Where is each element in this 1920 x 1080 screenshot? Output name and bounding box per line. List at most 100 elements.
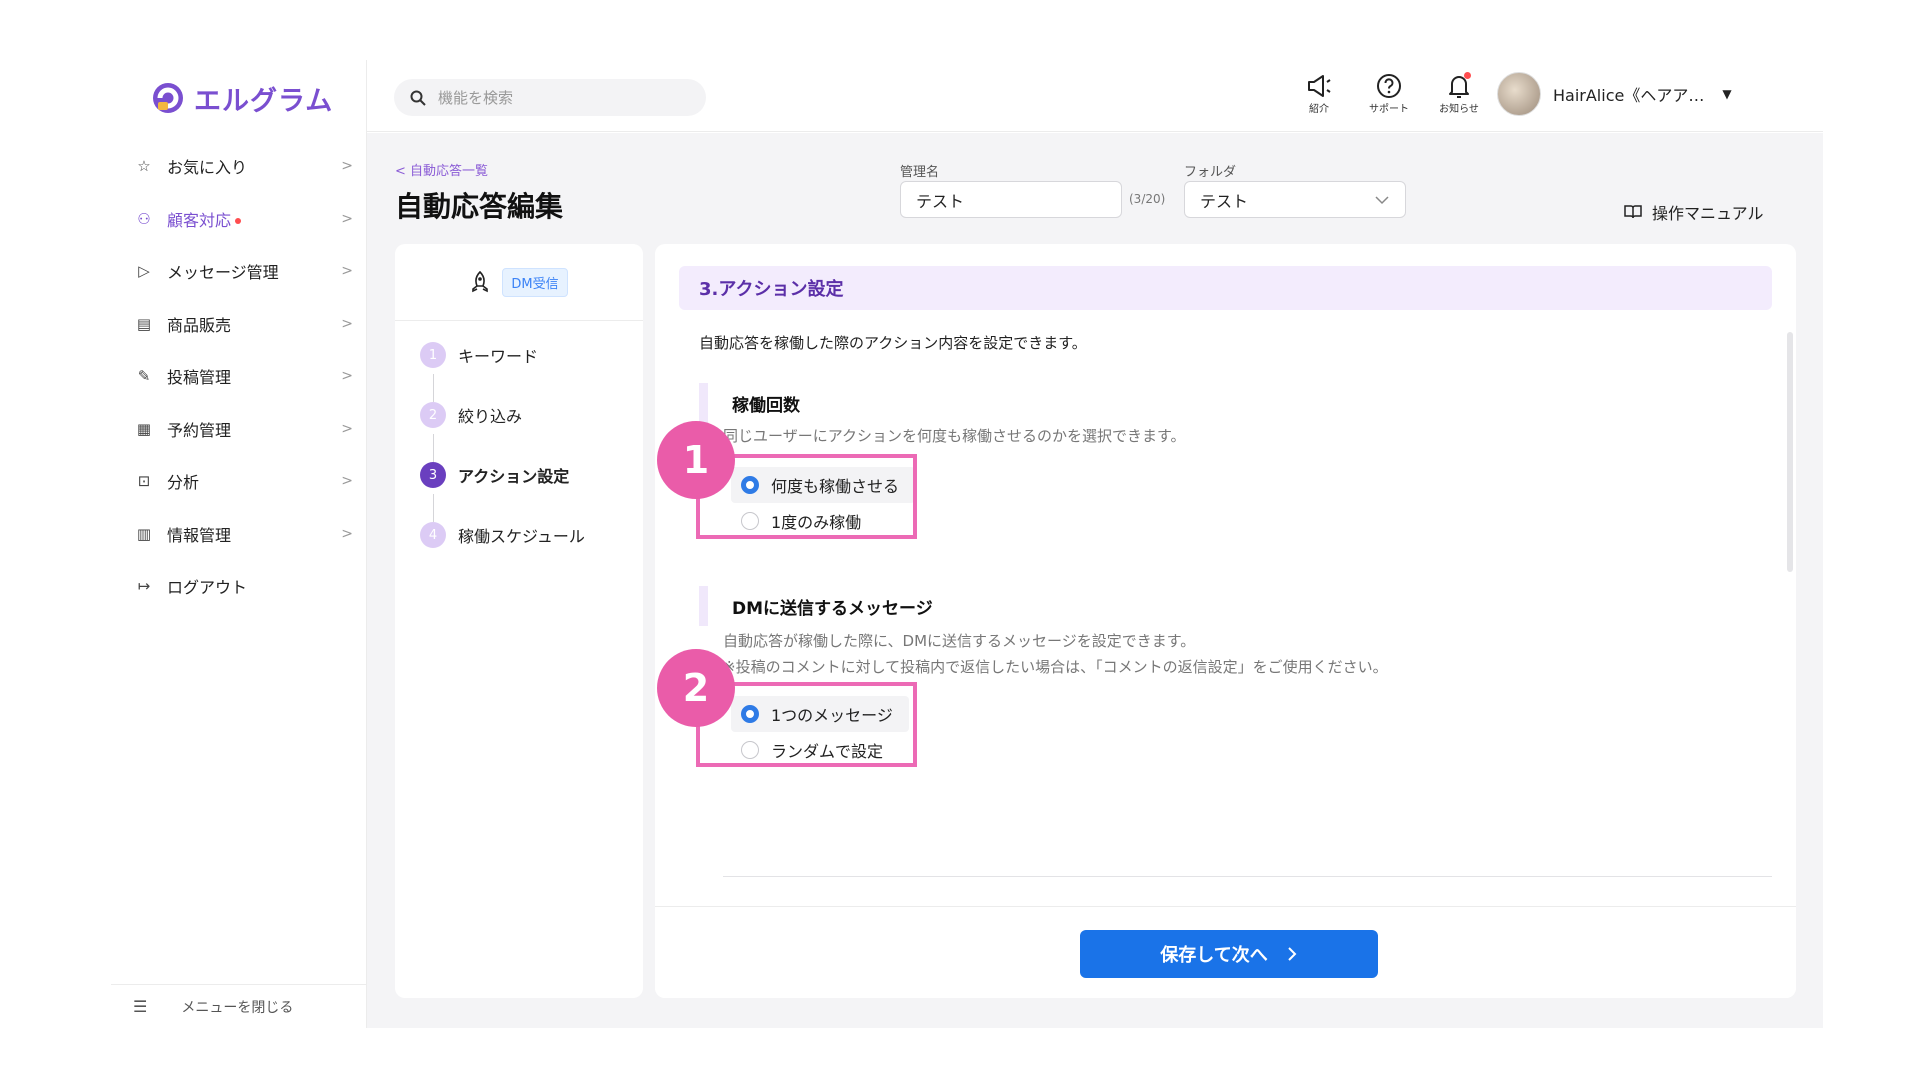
chevron-right-icon: > — [341, 473, 353, 490]
support-button[interactable]: サポート — [1367, 72, 1411, 115]
user-menu[interactable]: HairAlice《ヘアア… ▼ — [1497, 72, 1732, 116]
manual-link[interactable]: 操作マニュアル — [1624, 200, 1764, 224]
chevron-left-icon: < — [395, 164, 406, 179]
sidebar-item-reservations[interactable]: ▦ 予約管理 > — [111, 403, 367, 456]
dm-message-description: 自動応答が稼働した際に、DMに送信するメッセージを設定できます。 — [723, 632, 1196, 650]
folder-select[interactable]: テスト — [1184, 181, 1406, 218]
name-field-value: テスト — [916, 191, 965, 211]
chevron-right-icon: > — [341, 263, 353, 280]
notification-dot — [235, 218, 242, 225]
sidebar-item-label: 商品販売 — [167, 315, 232, 335]
caret-down-icon: ▼ — [1722, 87, 1732, 101]
step-number: 3 — [420, 462, 446, 488]
step-connector — [433, 494, 434, 522]
user-name: HairAlice《ヘアア… — [1553, 86, 1705, 105]
back-link[interactable]: < 自動応答一覧 — [395, 160, 488, 179]
menu-collapse-icon: ☰ — [133, 997, 148, 1016]
step-number: 2 — [420, 402, 446, 428]
run-count-description: 同じユーザーにアクションを何度も稼働させるのかを選択できます。 — [723, 427, 1186, 445]
run-count-title: 稼働回数 — [699, 383, 800, 423]
steps-panel: DM受信 1 キーワード 2 絞り込み 3 アクション設定 4 稼働スケジュール — [395, 244, 643, 998]
folder-select-value: テスト — [1200, 191, 1249, 211]
sidebar-item-info[interactable]: ▥ 情報管理 > — [111, 508, 367, 561]
dm-message-title: DMに送信するメッセージ — [699, 586, 933, 626]
sidebar-item-analysis[interactable]: ⊡ 分析 > — [111, 455, 367, 508]
store-icon: ▤ — [136, 314, 152, 333]
avatar — [1497, 72, 1541, 116]
chevron-right-icon: > — [341, 525, 353, 542]
step-number: 4 — [420, 522, 446, 548]
sidebar-item-posts[interactable]: ✎ 投稿管理 > — [111, 350, 367, 403]
chevron-right-icon: > — [341, 315, 353, 332]
chevron-down-icon — [1375, 195, 1389, 204]
step-label: キーワード — [458, 347, 539, 366]
chart-icon: ▥ — [136, 524, 152, 543]
intro-button[interactable]: 紹介 — [1297, 72, 1341, 115]
intro-label: 紹介 — [1309, 104, 1329, 115]
chevron-right-icon — [1288, 947, 1297, 961]
book-icon — [1624, 205, 1642, 219]
step-label: 絞り込み — [458, 407, 523, 426]
section-divider — [723, 876, 1772, 877]
sidebar-item-label: ログアウト — [167, 578, 248, 598]
sidebar-item-favorites[interactable]: ☆ お気に入り > — [111, 140, 367, 193]
sidebar: エルグラム ☆ お気に入り > ⚇ 顧客対応 > ▷ メッセージ管理 > ▤ 商… — [111, 60, 367, 1028]
step-label: アクション設定 — [458, 467, 570, 486]
step-label: 稼働スケジュール — [458, 527, 585, 546]
name-label: 管理名 — [900, 165, 940, 180]
sidebar-item-label: 顧客対応 — [167, 210, 232, 230]
help-icon — [1377, 74, 1401, 98]
search-input[interactable] — [438, 88, 678, 107]
logo-text: エルグラム — [194, 85, 334, 117]
sidebar-item-label: 分析 — [167, 473, 200, 493]
step-keyword[interactable]: 1 キーワード — [420, 342, 538, 368]
step-schedule[interactable]: 4 稼働スケジュール — [420, 522, 585, 548]
save-next-label: 保存して次へ — [1160, 945, 1268, 965]
chevron-right-icon: > — [341, 210, 353, 227]
logo[interactable]: エルグラム — [150, 78, 333, 118]
sidebar-item-sales[interactable]: ▤ 商品販売 > — [111, 298, 367, 351]
scrollbar[interactable] — [1787, 332, 1793, 572]
sidebar-item-messages[interactable]: ▷ メッセージ管理 > — [111, 245, 367, 298]
support-label: サポート — [1369, 104, 1409, 115]
header-icons: 紹介 サポート お知らせ — [1297, 72, 1481, 115]
folder-label: フォルダ — [1184, 165, 1237, 180]
logo-icon — [153, 83, 183, 113]
back-link-label: 自動応答一覧 — [410, 164, 489, 179]
callout-badge-1: 1 — [657, 421, 735, 499]
page-title: 自動応答編集 — [395, 190, 564, 223]
sidebar-item-label: 情報管理 — [167, 525, 232, 545]
star-icon: ☆ — [137, 157, 151, 176]
step-connector — [433, 434, 434, 462]
notifications-button[interactable]: お知らせ — [1437, 72, 1481, 115]
name-counter: (3/20) — [1129, 192, 1166, 206]
sidebar-item-label: 投稿管理 — [167, 368, 232, 388]
rocket-icon — [472, 271, 489, 293]
collapse-menu-button[interactable]: ☰ メニューを閉じる — [111, 984, 367, 1028]
save-next-button[interactable]: 保存して次へ — [1080, 930, 1378, 978]
sidebar-item-label: メッセージ管理 — [167, 263, 279, 283]
step-action[interactable]: 3 アクション設定 — [420, 462, 569, 488]
panel-footer: 保存して次へ — [655, 906, 1796, 998]
steps-header: DM受信 — [395, 244, 643, 321]
chevron-right-icon: > — [341, 158, 353, 175]
analysis-icon: ⊡ — [137, 472, 151, 491]
chevron-right-icon: > — [341, 420, 353, 437]
sidebar-item-label: 予約管理 — [167, 420, 232, 440]
sidebar-item-logout[interactable]: ↦ ログアウト — [111, 560, 367, 613]
notification-dot — [1464, 72, 1471, 79]
calendar-icon: ▦ — [136, 419, 152, 438]
sidebar-item-label: お気に入り — [167, 158, 248, 178]
trigger-tag: DM受信 — [502, 267, 568, 297]
step-number: 1 — [420, 342, 446, 368]
step-filter[interactable]: 2 絞り込み — [420, 402, 522, 428]
app-window: エルグラム ☆ お気に入り > ⚇ 顧客対応 > ▷ メッセージ管理 > ▤ 商… — [111, 60, 1823, 1028]
name-field[interactable]: テスト — [900, 181, 1122, 218]
sidebar-item-customer[interactable]: ⚇ 顧客対応 > — [111, 193, 367, 246]
section-description: 自動応答を稼働した際のアクション内容を設定できます。 — [699, 334, 1087, 352]
megaphone-icon — [1308, 75, 1331, 97]
search-icon — [410, 90, 426, 106]
sidebar-nav: ☆ お気に入り > ⚇ 顧客対応 > ▷ メッセージ管理 > ▤ 商品販売 > … — [111, 140, 367, 613]
collapse-menu-label: メニューを閉じる — [181, 999, 294, 1016]
section-title: 3.アクション設定 — [679, 266, 1772, 310]
